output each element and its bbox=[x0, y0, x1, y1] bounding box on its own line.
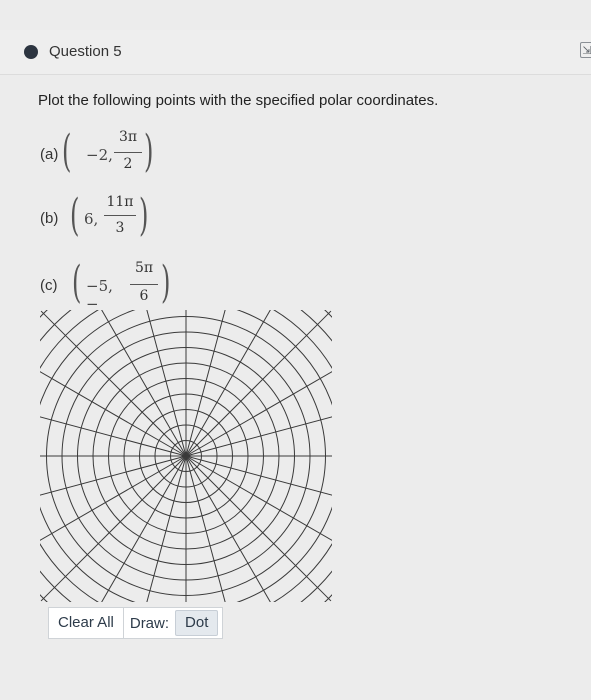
polar-spoke bbox=[40, 371, 187, 457]
close-paren: ) bbox=[161, 257, 171, 308]
polar-spoke bbox=[40, 455, 187, 541]
polar-spoke bbox=[185, 310, 271, 457]
polar-spoke bbox=[185, 310, 332, 457]
question-title: Question 5 bbox=[49, 43, 122, 60]
polar-spoke bbox=[185, 455, 332, 541]
close-paren: ) bbox=[144, 126, 154, 177]
expand-icon[interactable]: ⇲ bbox=[580, 42, 591, 58]
polar-spoke bbox=[101, 310, 187, 457]
item-a-label: (a) bbox=[40, 146, 59, 163]
question-status-dot bbox=[24, 45, 38, 59]
item-c-label: (c) bbox=[40, 277, 58, 294]
polar-spoke bbox=[185, 455, 332, 602]
polar-grid bbox=[40, 310, 332, 602]
open-paren: ( bbox=[72, 257, 82, 308]
item-a-theta-num: 3π bbox=[118, 129, 138, 145]
item-a-theta-den: 2 bbox=[123, 156, 133, 172]
question-prompt: Plot the following points with the speci… bbox=[38, 92, 439, 109]
polar-spoke bbox=[101, 455, 187, 602]
draw-label: Draw: bbox=[129, 614, 170, 632]
open-paren: ( bbox=[62, 126, 72, 177]
item-a-r: −2, bbox=[86, 146, 113, 164]
polar-grid-canvas[interactable] bbox=[40, 310, 332, 602]
item-c-theta-num: 5π bbox=[134, 260, 154, 276]
polar-spoke bbox=[40, 310, 187, 457]
close-paren: ) bbox=[139, 190, 149, 241]
polar-spoke bbox=[40, 455, 187, 602]
item-c-theta-den: 6 bbox=[139, 288, 149, 304]
open-paren: ( bbox=[70, 190, 80, 241]
polar-spoke bbox=[185, 371, 332, 457]
clear-all-button[interactable]: Clear All bbox=[49, 608, 124, 638]
question-header: Question 5 ⇲ bbox=[0, 30, 591, 75]
item-b-theta-num: 11π bbox=[106, 194, 134, 210]
item-b-r: 6, bbox=[84, 210, 99, 228]
item-c-r: −5, − bbox=[86, 277, 113, 313]
item-a-frac-bar bbox=[114, 152, 142, 153]
item-b-frac-bar bbox=[104, 215, 136, 216]
item-c-frac-bar bbox=[130, 284, 158, 285]
polar-spoke bbox=[185, 455, 271, 602]
dot-tool-button[interactable]: Dot bbox=[175, 610, 219, 636]
item-b-theta-den: 3 bbox=[115, 220, 125, 236]
graph-toolbar: Clear All Draw: Dot bbox=[48, 607, 224, 639]
item-b-label: (b) bbox=[40, 210, 59, 227]
